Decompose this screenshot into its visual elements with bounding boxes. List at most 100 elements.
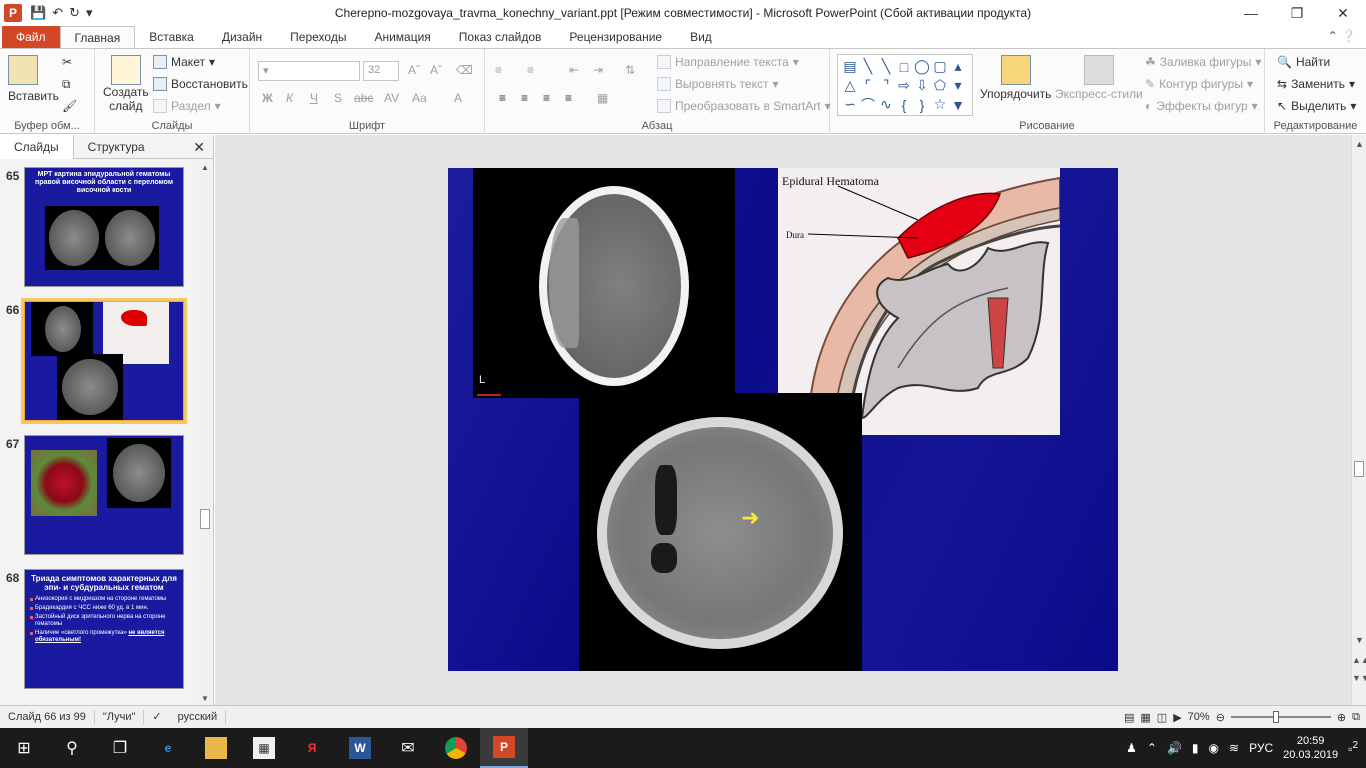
- tab-insert[interactable]: Вставка: [135, 26, 208, 48]
- notification-icon[interactable]: ▫2: [1348, 740, 1358, 756]
- tab-animation[interactable]: Анимация: [360, 26, 444, 48]
- ct-scan-image-bottom[interactable]: ➜: [579, 393, 862, 671]
- change-case-button[interactable]: Aa: [412, 91, 427, 105]
- word-icon[interactable]: W: [336, 728, 384, 768]
- spacing-icon[interactable]: AV: [384, 91, 399, 105]
- task-view-icon[interactable]: ❐: [96, 728, 144, 768]
- theme-name[interactable]: "Лучи": [95, 709, 145, 725]
- tray-expand-icon[interactable]: ⌃: [1147, 741, 1157, 755]
- powerpoint-logo-icon[interactable]: P: [4, 4, 22, 22]
- font-name-combo[interactable]: ▾: [258, 61, 360, 81]
- bullets-icon[interactable]: ≡: [495, 63, 502, 77]
- format-painter-icon[interactable]: 🖌: [62, 99, 77, 113]
- save-icon[interactable]: 💾: [30, 5, 46, 21]
- shape-outline-button[interactable]: ✎ Контур фигуры ▾: [1145, 77, 1253, 91]
- underline-button[interactable]: Ч: [310, 91, 318, 105]
- scroll-up-icon[interactable]: ▲: [1352, 139, 1366, 149]
- edge-browser-icon[interactable]: e: [144, 728, 192, 768]
- tab-transitions[interactable]: Переходы: [276, 26, 360, 48]
- search-icon[interactable]: ⚲: [48, 728, 96, 768]
- curve-shape-icon[interactable]: ∽: [841, 95, 859, 114]
- windows-start-icon[interactable]: ⊞: [0, 728, 48, 768]
- justify-icon[interactable]: ≡: [565, 91, 572, 105]
- reading-view-icon[interactable]: ◫: [1157, 711, 1167, 724]
- close-icon[interactable]: ✕: [1320, 0, 1366, 26]
- tab-slideshow[interactable]: Показ слайдов: [445, 26, 556, 48]
- editor-scrollbar[interactable]: ▲ ▼ ▲▲ ▼▼: [1351, 135, 1366, 705]
- font-color-button[interactable]: A: [454, 91, 462, 105]
- strikethrough-button[interactable]: abc: [354, 91, 373, 105]
- arc-shape-icon[interactable]: ⌒: [859, 95, 877, 114]
- arrow-down-shape-icon[interactable]: ⇩: [913, 76, 931, 95]
- brace-left-shape-icon[interactable]: {: [895, 95, 913, 114]
- line2-shape-icon[interactable]: ╲: [877, 57, 895, 76]
- store-icon[interactable]: ▦: [240, 728, 288, 768]
- clear-format-icon[interactable]: ⌫: [456, 63, 473, 77]
- clock[interactable]: 20:59 20.03.2019: [1283, 734, 1338, 762]
- triangle-shape-icon[interactable]: △: [841, 76, 859, 95]
- pane-scrollbar[interactable]: ▲ ▼: [199, 161, 211, 705]
- paste-button[interactable]: Вставить: [8, 55, 59, 103]
- file-explorer-icon[interactable]: [192, 728, 240, 768]
- network-icon[interactable]: ≋: [1229, 741, 1239, 755]
- font-size-combo[interactable]: 32: [363, 61, 399, 81]
- connector-shape-icon[interactable]: ⌜: [859, 76, 877, 95]
- connector2-shape-icon[interactable]: ⌝: [877, 76, 895, 95]
- tab-file[interactable]: Файл: [2, 26, 60, 48]
- star-shape-icon[interactable]: ☆: [931, 95, 949, 114]
- align-left-icon[interactable]: ≡: [499, 91, 506, 105]
- decrease-indent-icon[interactable]: ⇤: [569, 63, 579, 77]
- cut-icon[interactable]: ✂: [62, 55, 72, 69]
- language-indicator[interactable]: русский: [170, 709, 227, 725]
- italic-button[interactable]: К: [286, 91, 293, 105]
- pentagon-shape-icon[interactable]: ⬠: [931, 76, 949, 95]
- select-button[interactable]: ↖ Выделить ▾: [1277, 99, 1356, 113]
- zoom-slider[interactable]: [1230, 711, 1331, 723]
- spellcheck-icon[interactable]: ✓: [144, 710, 169, 725]
- gallery-up-icon[interactable]: ▴: [949, 57, 967, 76]
- arrange-button[interactable]: Упорядочить: [980, 55, 1051, 101]
- gallery-more-icon[interactable]: ▼: [949, 95, 967, 114]
- scroll-up-icon[interactable]: ▲: [199, 163, 211, 172]
- numbering-icon[interactable]: ≡: [527, 63, 534, 77]
- replace-button[interactable]: ⇆ Заменить ▾: [1277, 77, 1355, 91]
- grow-font-icon[interactable]: Aˆ: [408, 63, 420, 77]
- line-shape-icon[interactable]: ╲: [859, 57, 877, 76]
- shape-effects-button[interactable]: ◐ Эффекты фигур ▾: [1145, 99, 1258, 113]
- rectangle-shape-icon[interactable]: □: [895, 57, 913, 76]
- tab-design[interactable]: Дизайн: [208, 26, 276, 48]
- shapes-gallery[interactable]: ▤ ╲ ╲ □ ◯ ▢ ▴ △ ⌜ ⌝ ⇨ ⇩ ⬠ ▾ ∽ ⌒ ∿ { } ☆ …: [837, 54, 973, 116]
- redo-icon[interactable]: ↻: [69, 5, 80, 21]
- scroll-down-icon[interactable]: ▼: [1352, 635, 1366, 645]
- volume-icon[interactable]: 🔊: [1167, 741, 1182, 755]
- input-language[interactable]: РУС: [1249, 741, 1273, 755]
- previous-slide-icon[interactable]: ▲▲: [1352, 655, 1366, 665]
- tab-home[interactable]: Главная: [59, 26, 136, 48]
- new-slide-button[interactable]: Создать слайд: [103, 55, 149, 113]
- wave-shape-icon[interactable]: ∿: [877, 95, 895, 114]
- battery-icon[interactable]: ▮: [1192, 741, 1199, 755]
- reset-button[interactable]: Восстановить: [153, 77, 248, 91]
- next-slide-icon[interactable]: ▼▼: [1352, 673, 1366, 683]
- normal-view-icon[interactable]: ▤: [1124, 711, 1134, 724]
- columns-icon[interactable]: ▦: [597, 91, 608, 105]
- tab-outline-pane[interactable]: Структура: [74, 135, 159, 159]
- pane-scroll-thumb[interactable]: [200, 509, 210, 529]
- align-center-icon[interactable]: ≡: [521, 91, 528, 105]
- powerpoint-taskbar-icon[interactable]: P: [480, 728, 528, 768]
- rounded-rect-shape-icon[interactable]: ▢: [931, 57, 949, 76]
- zoom-in-icon[interactable]: ⊕: [1337, 711, 1346, 724]
- align-text-button[interactable]: Выровнять текст ▾: [657, 77, 779, 91]
- chrome-icon[interactable]: [432, 728, 480, 768]
- maximize-icon[interactable]: ❐: [1274, 0, 1320, 26]
- text-direction-button[interactable]: Направление текста ▾: [657, 55, 799, 69]
- tab-slides-pane[interactable]: Слайды: [0, 134, 74, 159]
- close-pane-icon[interactable]: ✕: [193, 139, 205, 156]
- zoom-out-icon[interactable]: ⊖: [1216, 711, 1225, 724]
- fit-slide-icon[interactable]: ⧉: [1352, 711, 1360, 724]
- shape-fill-button[interactable]: ☘ Заливка фигуры ▾: [1145, 55, 1261, 69]
- copy-icon[interactable]: ⧉: [62, 77, 71, 92]
- yandex-browser-icon[interactable]: Я: [288, 728, 336, 768]
- zoom-slider-knob[interactable]: [1273, 711, 1280, 723]
- brace-right-shape-icon[interactable]: }: [913, 95, 931, 114]
